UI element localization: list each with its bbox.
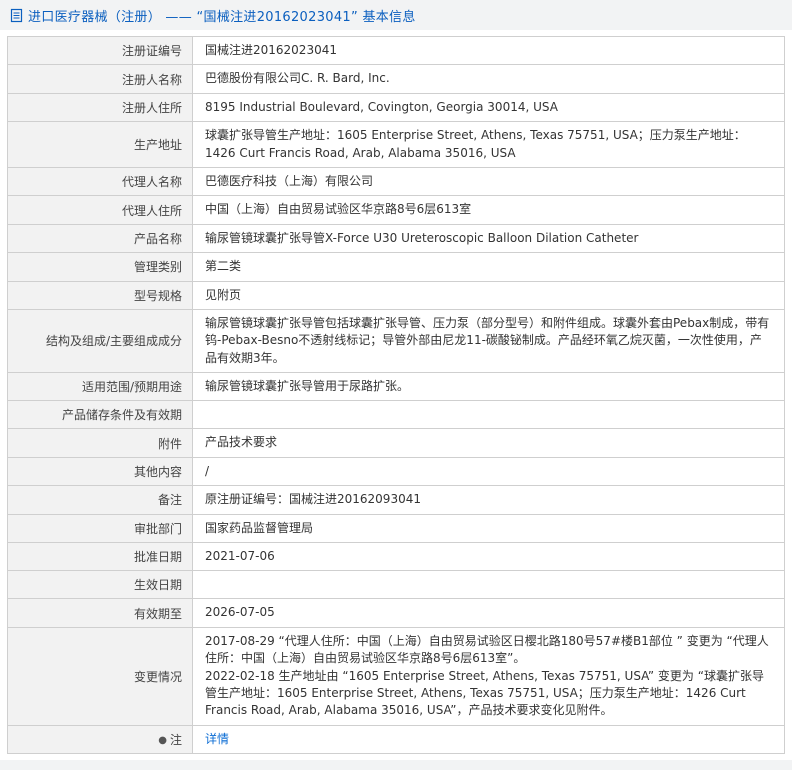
table-row: ● 注详情 <box>7 724 785 755</box>
footer-strip <box>0 760 792 770</box>
document-icon <box>10 8 23 23</box>
row-value: 2017-08-29 “代理人住所：中国（上海）自由贸易试验区日樱北路180号5… <box>192 626 785 726</box>
row-label: 生产地址 <box>7 121 193 168</box>
table-row: 变更情况 2017-08-29 “代理人住所：中国（上海）自由贸易试验区日樱北路1… <box>7 626 785 726</box>
row-label: 管理类别 <box>7 252 193 282</box>
row-value: 输尿管镜球囊扩张导管用于尿路扩张。 <box>192 372 785 402</box>
row-value: 巴德股份有限公司C. R. Bard, Inc. <box>192 64 785 94</box>
row-value: 巴德医疗科技（上海）有限公司 <box>192 166 785 197</box>
row-value: 国家药品监督管理局 <box>192 513 785 544</box>
row-label: 注册人住所 <box>7 92 193 123</box>
row-label: 代理人住所 <box>7 195 193 225</box>
row-label: 型号规格 <box>7 280 193 310</box>
table-row: 代理人住所 中国（上海）自由贸易试验区华京路8号6层613室 <box>7 195 785 225</box>
table-row: 附件 产品技术要求 <box>7 428 785 458</box>
row-value: 球囊扩张导管生产地址：1605 Enterprise Street, Athen… <box>192 121 785 168</box>
table-row: 产品储存条件及有效期 <box>7 400 785 430</box>
row-label: 批准日期 <box>7 542 193 572</box>
row-label: 注册人名称 <box>7 64 193 94</box>
table-row: 其他内容 / <box>7 456 785 487</box>
info-table: 注册证编号 国械注进20162023041 注册人名称 巴德股份有限公司C. R. B… <box>7 35 785 755</box>
page-title: 进口医疗器械（注册） —— “国械注进20162023041” 基本信息 <box>28 9 416 25</box>
row-label: 附件 <box>7 428 193 458</box>
table-row: 产品名称 输尿管镜球囊扩张导管X-Force U30 Ureteroscopic … <box>7 223 785 254</box>
row-value: 详情 <box>192 724 785 755</box>
row-label: 审批部门 <box>7 513 193 544</box>
page-header: 进口医疗器械（注册） —— “国械注进20162023041” 基本信息 <box>0 0 792 30</box>
row-label: 变更情况 <box>7 626 193 726</box>
table-row: 有效期至 2026-07-05 <box>7 598 785 628</box>
table-row: 注册人名称 巴德股份有限公司C. R. Bard, Inc. <box>7 64 785 94</box>
table-row: 生产地址 球囊扩张导管生产地址：1605 Enterprise Street, A… <box>7 121 785 168</box>
row-value: 输尿管镜球囊扩张导管X-Force U30 Ureteroscopic Ball… <box>192 223 785 254</box>
table-row: 代理人名称 巴德医疗科技（上海）有限公司 <box>7 166 785 197</box>
row-value: 输尿管镜球囊扩张导管包括球囊扩张导管、压力泵（部分型号）和附件组成。球囊外套由P… <box>192 308 785 374</box>
row-label: ● 注 <box>7 724 193 755</box>
row-value: 国械注进20162023041 <box>192 35 785 66</box>
row-label: 结构及组成/主要组成成分 <box>7 308 193 374</box>
row-label: 产品储存条件及有效期 <box>7 400 193 430</box>
row-label: 备注 <box>7 485 193 515</box>
row-value <box>192 400 785 430</box>
row-value: 产品技术要求 <box>192 428 785 458</box>
row-value: 中国（上海）自由贸易试验区华京路8号6层613室 <box>192 195 785 225</box>
row-value: / <box>192 456 785 487</box>
row-value: 2026-07-05 <box>192 598 785 628</box>
row-label: 生效日期 <box>7 570 193 600</box>
row-value: 8195 Industrial Boulevard, Covington, Ge… <box>192 92 785 123</box>
table-row: 型号规格 见附页 <box>7 280 785 310</box>
row-value: 见附页 <box>192 280 785 310</box>
table-row: 注册证编号 国械注进20162023041 <box>7 35 785 66</box>
row-label: 代理人名称 <box>7 166 193 197</box>
detail-link[interactable]: 详情 <box>205 732 229 746</box>
info-table-rows: 注册证编号 国械注进20162023041 注册人名称 巴德股份有限公司C. R. B… <box>7 35 785 755</box>
row-label: 注册证编号 <box>7 35 193 66</box>
row-label: 其他内容 <box>7 456 193 487</box>
row-label: 产品名称 <box>7 223 193 254</box>
row-value <box>192 570 785 600</box>
table-row: 审批部门 国家药品监督管理局 <box>7 513 785 544</box>
table-row: 批准日期 2021-07-06 <box>7 542 785 572</box>
note-icon: ● <box>158 734 167 746</box>
row-value: 第二类 <box>192 252 785 282</box>
row-value: 2021-07-06 <box>192 542 785 572</box>
row-label: 适用范围/预期用途 <box>7 372 193 402</box>
table-row: 备注 原注册证编号：国械注进20162093041 <box>7 485 785 515</box>
row-label: 有效期至 <box>7 598 193 628</box>
table-row: 注册人住所 8195 Industrial Boulevard, Covingto… <box>7 92 785 123</box>
table-row: 适用范围/预期用途 输尿管镜球囊扩张导管用于尿路扩张。 <box>7 372 785 402</box>
table-row: 管理类别 第二类 <box>7 252 785 282</box>
row-value: 原注册证编号：国械注进20162093041 <box>192 485 785 515</box>
table-row: 生效日期 <box>7 570 785 600</box>
table-row: 结构及组成/主要组成成分 输尿管镜球囊扩张导管包括球囊扩张导管、压力泵（部分型号）… <box>7 308 785 374</box>
